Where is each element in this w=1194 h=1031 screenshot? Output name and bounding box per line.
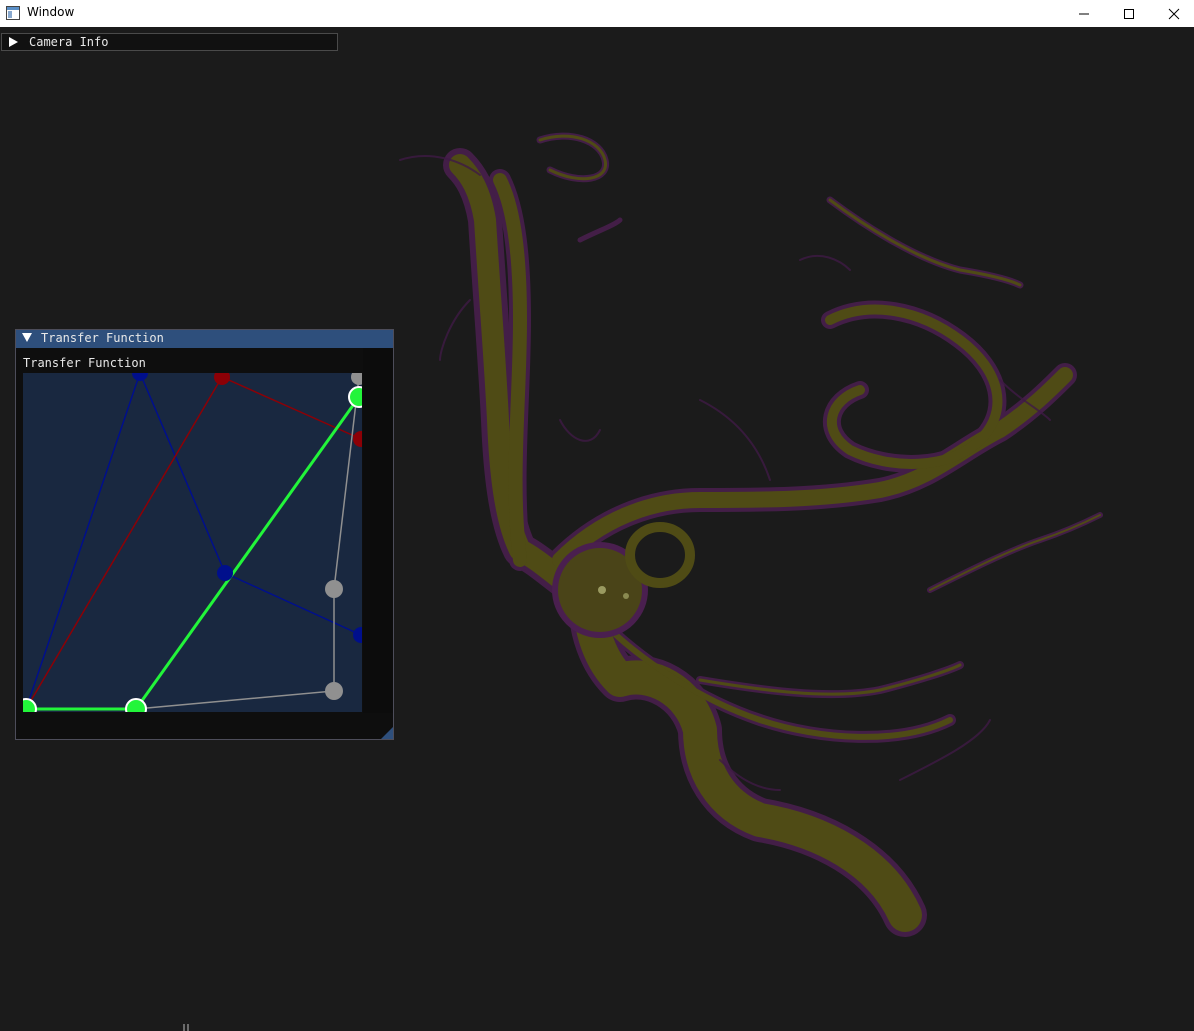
cursor-mark bbox=[183, 1024, 189, 1031]
maximize-icon bbox=[1124, 8, 1134, 19]
red-control-point[interactable] bbox=[214, 373, 230, 385]
transfer-function-window[interactable]: Transfer Function Transfer Function bbox=[15, 329, 394, 740]
gray-control-point[interactable] bbox=[325, 580, 343, 598]
minimize-button[interactable] bbox=[1061, 0, 1107, 27]
minimize-icon bbox=[1079, 13, 1089, 14]
close-icon bbox=[1168, 8, 1180, 19]
transfer-function-scrollbar[interactable] bbox=[363, 348, 393, 713]
title-bar[interactable]: Window bbox=[0, 0, 1194, 27]
transfer-function-header[interactable]: Transfer Function bbox=[16, 330, 393, 348]
maximize-button[interactable] bbox=[1106, 0, 1152, 27]
transfer-function-title: Transfer Function bbox=[41, 331, 164, 345]
gray-control-point[interactable] bbox=[351, 373, 362, 385]
blue-control-point[interactable] bbox=[217, 565, 233, 581]
red-control-point[interactable] bbox=[353, 431, 362, 447]
gray-control-point[interactable] bbox=[325, 682, 343, 700]
blue-control-point[interactable] bbox=[353, 627, 362, 643]
window-title: Window bbox=[27, 5, 75, 19]
green-control-point[interactable] bbox=[348, 386, 362, 408]
resize-grip-icon[interactable] bbox=[381, 727, 393, 739]
camera-info-label: Camera Info bbox=[29, 35, 109, 49]
transfer-function-canvas[interactable] bbox=[23, 373, 362, 712]
triangle-down-icon bbox=[22, 333, 32, 342]
transfer-function-plot bbox=[23, 373, 362, 712]
close-button[interactable] bbox=[1151, 0, 1194, 27]
camera-info-header[interactable]: Camera Info bbox=[1, 33, 338, 51]
green-control-point[interactable] bbox=[125, 698, 147, 712]
blue-control-point[interactable] bbox=[132, 373, 148, 381]
app-window-icon bbox=[6, 6, 20, 20]
transfer-function-canvas-label: Transfer Function bbox=[23, 356, 146, 370]
triangle-right-icon bbox=[9, 37, 18, 47]
green-control-point[interactable] bbox=[23, 698, 37, 712]
